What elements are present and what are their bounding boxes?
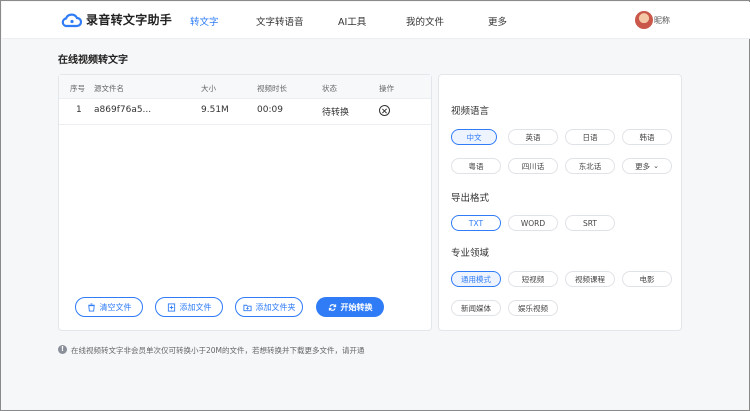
row-status: 待转换 [322,108,350,118]
row-size: 9.51M [201,105,229,115]
language-more-dropdown[interactable]: 更多 ⌄ [622,158,672,174]
domain-label: 专业领域 [451,248,490,259]
remove-file-icon[interactable] [379,105,390,116]
clear-files-label: 清空文件 [99,302,132,312]
language-option-northeast[interactable]: 东北话 [565,158,615,174]
language-option-korean[interactable]: 韩语 [622,129,672,145]
row-duration: 00:09 [257,105,283,115]
domain-option-news-media[interactable]: 新闻媒体 [451,300,501,316]
row-index: 1 [76,105,82,115]
col-status: 状态 [322,84,337,93]
col-index: 序号 [70,84,85,93]
domain-option-movie[interactable]: 电影 [622,271,672,287]
nav-ai-tools[interactable]: AI工具 [338,14,366,28]
convert-icon [328,303,336,311]
start-convert-label: 开始转换 [340,302,373,312]
language-option-sichuan[interactable]: 四川话 [508,158,558,174]
file-list-panel: 序号 源文件名 大小 视频时长 状态 操作 1 a869f76a5... 9.5… [58,74,432,331]
col-duration: 视频时长 [257,84,287,93]
app-window: 录音转文字助手 转文字 文字转语音 AI工具 我的文件 更多 昵称 在线视频转文… [0,0,750,411]
member-notice: 在线视频转文字非会员单次仅可转换小于20M的文件，若想转换并下载更多文件，请开通 [71,346,365,355]
chevron-down-icon: ⌄ [653,162,659,170]
language-option-cantonese[interactable]: 粤语 [451,158,501,174]
add-file-label: 添加文件 [179,302,212,312]
start-convert-button[interactable]: 开始转换 [316,297,384,317]
add-file-button[interactable]: 添加文件 [155,297,223,317]
user-nickname[interactable]: 昵称 [654,15,670,26]
domain-option-general[interactable]: 通用模式 [451,271,501,287]
add-folder-label: 添加文件夹 [255,302,296,312]
top-header: 录音转文字助手 转文字 文字转语音 AI工具 我的文件 更多 昵称 [2,2,750,39]
language-more-label: 更多 [635,161,651,171]
nav-my-files[interactable]: 我的文件 [406,14,444,28]
clear-files-button[interactable]: 清空文件 [75,297,143,317]
add-file-icon [167,302,175,312]
language-option-japanese[interactable]: 日语 [565,129,615,145]
nav-speech-to-text[interactable]: 转文字 [190,14,219,28]
col-size: 大小 [201,84,216,93]
language-option-english[interactable]: 英语 [508,129,558,145]
domain-option-entertainment[interactable]: 娱乐视频 [508,300,558,316]
nav-text-to-speech[interactable]: 文字转语音 [256,14,304,28]
row-filename: a869f76a5... [94,105,152,115]
domain-option-video-course[interactable]: 视频课程 [565,271,615,287]
format-label: 导出格式 [451,193,490,204]
cloud-logo-icon [61,13,82,28]
domain-option-short-video[interactable]: 短视频 [508,271,558,287]
row-divider [59,124,431,125]
settings-panel: 视频语言 中文 英语 日语 韩语 粤语 四川话 东北话 更多 ⌄ 导出格式 TX… [438,74,682,331]
table-header: 序号 源文件名 大小 视频时长 状态 操作 [59,75,431,99]
brand-name: 录音转文字助手 [86,13,173,27]
page-title: 在线视频转文字 [58,55,128,66]
language-option-chinese[interactable]: 中文 [451,129,497,145]
add-folder-button[interactable]: 添加文件夹 [235,297,303,317]
avatar[interactable] [635,11,653,29]
nav-more[interactable]: 更多 [488,14,507,28]
col-filename: 源文件名 [94,84,124,93]
format-option-txt[interactable]: TXT [451,215,501,231]
trash-icon [87,302,95,312]
col-operation: 操作 [379,84,394,93]
format-option-srt[interactable]: SRT [565,215,615,231]
folder-icon [242,304,252,311]
info-icon: ! [58,345,67,354]
format-option-word[interactable]: WORD [508,215,558,231]
language-label: 视频语言 [451,106,490,117]
